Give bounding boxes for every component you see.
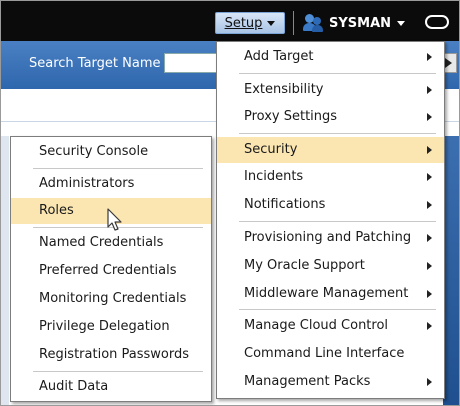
menu-divider xyxy=(239,133,436,134)
submenu-arrow-icon xyxy=(427,378,432,386)
setup-menu: Add Target Extensibility Proxy Settings … xyxy=(216,41,445,399)
submenu-arrow-icon xyxy=(427,173,432,181)
menu-item-command-line-interface[interactable]: Command Line Interface xyxy=(217,341,444,367)
menu-item-label: Registration Passwords xyxy=(39,347,190,362)
menu-item-label: Add Target xyxy=(244,49,314,64)
search-input[interactable] xyxy=(164,53,224,73)
users-icon xyxy=(303,14,323,32)
submenu-arrow-icon xyxy=(427,234,432,242)
menu-item-audit-data[interactable]: Audit Data xyxy=(11,374,211,400)
menu-item-management-packs[interactable]: Management Packs xyxy=(217,369,444,395)
mouse-pointer-icon xyxy=(107,208,122,231)
menu-item-label: Named Credentials xyxy=(39,235,164,250)
menu-item-extensibility[interactable]: Extensibility xyxy=(217,77,444,103)
menu-item-proxy-settings[interactable]: Proxy Settings xyxy=(217,104,444,130)
menu-item-my-oracle-support[interactable]: My Oracle Support xyxy=(217,253,444,279)
menu-divider xyxy=(239,73,436,74)
menu-item-privilege-delegation[interactable]: Privilege Delegation xyxy=(11,314,211,340)
chevron-down-icon xyxy=(267,20,276,26)
menu-divider xyxy=(33,371,203,372)
oval-icon[interactable] xyxy=(425,15,449,29)
background-panel-left xyxy=(1,136,9,405)
menu-divider xyxy=(239,221,436,222)
security-submenu: Security Console Administrators Roles Na… xyxy=(10,136,212,402)
submenu-arrow-icon xyxy=(427,86,432,94)
menu-item-label: Administrators xyxy=(39,176,135,191)
menu-item-label: Manage Cloud Control xyxy=(244,318,389,333)
menu-divider xyxy=(239,309,436,310)
menu-item-add-target[interactable]: Add Target xyxy=(217,44,444,70)
menu-item-security-console[interactable]: Security Console xyxy=(11,139,211,165)
submenu-arrow-icon xyxy=(427,201,432,209)
menu-item-label: Proxy Settings xyxy=(244,109,338,124)
menu-item-label: Security Console xyxy=(39,144,149,159)
user-name: SYSMAN xyxy=(329,15,392,31)
menu-item-manage-cloud-control[interactable]: Manage Cloud Control xyxy=(217,313,444,339)
menu-item-provisioning-and-patching[interactable]: Provisioning and Patching xyxy=(217,225,444,251)
submenu-arrow-icon xyxy=(427,290,432,298)
submenu-arrow-icon xyxy=(427,322,432,330)
setup-label: Setup xyxy=(224,15,263,31)
menu-item-label: Audit Data xyxy=(39,379,109,394)
menu-item-middleware-management[interactable]: Middleware Management xyxy=(217,281,444,307)
toolbar-separator xyxy=(293,11,294,35)
menu-item-monitoring-credentials[interactable]: Monitoring Credentials xyxy=(11,286,211,312)
menu-item-label: Incidents xyxy=(244,169,304,184)
menu-item-label: Security xyxy=(244,142,298,157)
submenu-arrow-icon xyxy=(427,53,432,61)
menu-item-label: Management Packs xyxy=(244,374,371,389)
submenu-arrow-icon xyxy=(427,113,432,121)
menu-divider xyxy=(33,168,203,169)
menu-item-preferred-credentials[interactable]: Preferred Credentials xyxy=(11,258,211,284)
menu-item-label: Monitoring Credentials xyxy=(39,291,187,306)
arrow-right-icon xyxy=(445,58,452,68)
submenu-arrow-icon xyxy=(427,146,432,154)
menu-item-named-credentials[interactable]: Named Credentials xyxy=(11,230,211,256)
menu-item-label: My Oracle Support xyxy=(244,258,365,273)
menu-item-label: Privilege Delegation xyxy=(39,319,170,334)
menu-item-label: Roles xyxy=(39,203,74,218)
menu-item-administrators[interactable]: Administrators xyxy=(11,171,211,197)
submenu-arrow-icon xyxy=(427,262,432,270)
chevron-down-icon xyxy=(397,20,406,26)
menu-item-label: Middleware Management xyxy=(244,286,409,301)
menu-item-label: Command Line Interface xyxy=(244,346,405,361)
setup-menu-button[interactable]: Setup xyxy=(215,12,285,34)
menu-item-label: Preferred Credentials xyxy=(39,263,177,278)
menu-item-incidents[interactable]: Incidents xyxy=(217,164,444,190)
menu-item-label: Extensibility xyxy=(244,82,324,97)
app-window: Setup SYSMAN Search Target Name Add Targ… xyxy=(0,0,460,406)
menu-item-security[interactable]: Security xyxy=(217,137,444,163)
menu-item-label: Provisioning and Patching xyxy=(244,230,412,245)
menu-item-registration-passwords[interactable]: Registration Passwords xyxy=(11,342,211,368)
menu-item-notifications[interactable]: Notifications xyxy=(217,192,444,218)
search-label: Search Target Name xyxy=(29,56,161,71)
menu-item-label: Notifications xyxy=(244,197,326,212)
user-menu-button[interactable]: SYSMAN xyxy=(303,12,406,34)
background-panel xyxy=(443,136,459,405)
